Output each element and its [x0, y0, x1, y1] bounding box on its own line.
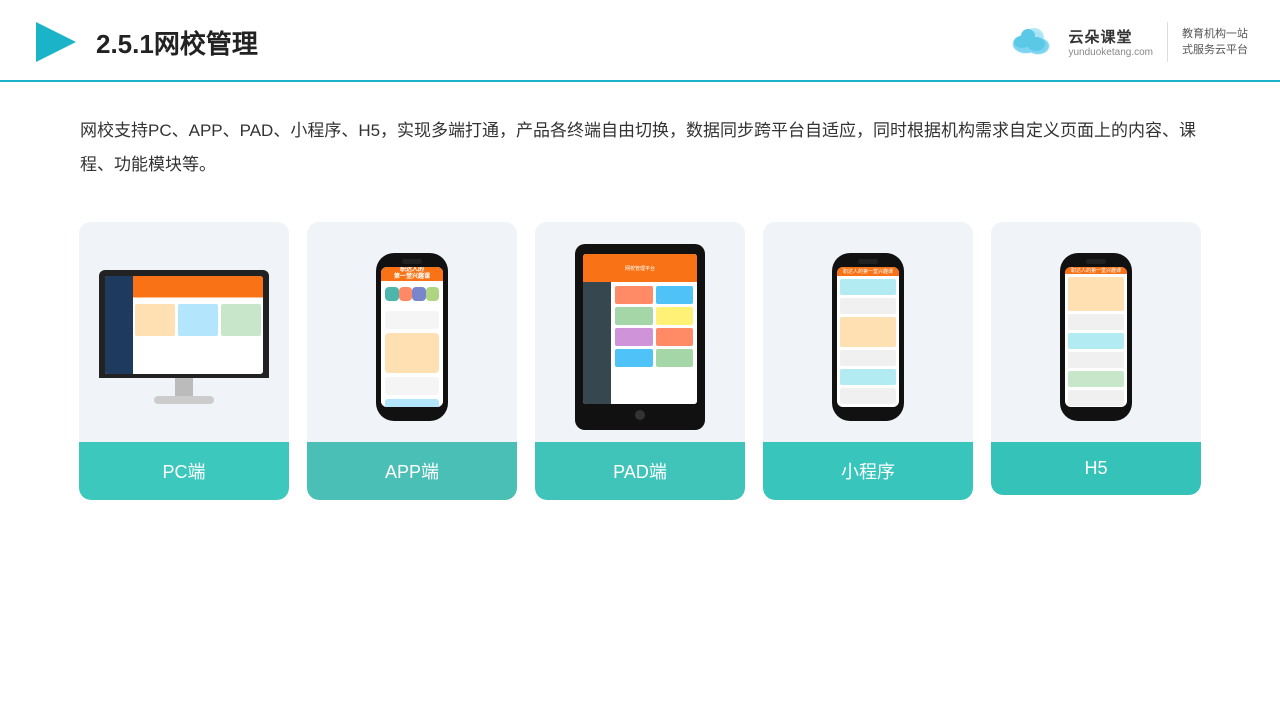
- card-pad-image-area: 网校管理平台: [535, 222, 745, 442]
- page-title: 2.5.1网校管理: [96, 24, 258, 61]
- logo-area: 云朵课堂 yunduoketang.com 教育机构一站 式服务云平台: [1006, 22, 1248, 62]
- logo-url: yunduoketang.com: [1068, 47, 1153, 58]
- play-icon: [32, 18, 80, 66]
- card-pc-label: PC端: [79, 442, 289, 500]
- card-h5-label: H5: [991, 442, 1201, 495]
- card-miniprogram-image-area: 职达人的第一堂兴趣课: [763, 222, 973, 442]
- card-h5-image-area: 职达人的第一堂兴趣课: [991, 222, 1201, 442]
- phone-mockup-h5: 职达人的第一堂兴趣课: [1060, 253, 1132, 421]
- card-app: 职达人的第一堂兴趣课: [307, 222, 517, 500]
- phone-mockup-mini: 职达人的第一堂兴趣课: [832, 253, 904, 421]
- card-app-image-area: 职达人的第一堂兴趣课: [307, 222, 517, 442]
- card-miniprogram: 职达人的第一堂兴趣课 小程序: [763, 222, 973, 500]
- header-left: 2.5.1网校管理: [32, 18, 258, 66]
- tablet-mockup: 网校管理平台: [575, 244, 705, 430]
- cards-container: PC端 职达人的第一堂兴趣课: [0, 192, 1280, 530]
- card-app-label: APP端: [307, 442, 517, 500]
- card-pc-image-area: [79, 222, 289, 442]
- cloud-logo-icon: [1006, 22, 1062, 62]
- header: 2.5.1网校管理 云朵课堂 yunduoketang.com 教育机构一站 式…: [0, 0, 1280, 82]
- monitor-mockup: [99, 270, 269, 404]
- card-h5: 职达人的第一堂兴趣课 H5: [991, 222, 1201, 495]
- phone-mockup-app: 职达人的第一堂兴趣课: [376, 253, 448, 421]
- card-pc: PC端: [79, 222, 289, 500]
- card-pad: 网校管理平台: [535, 222, 745, 500]
- description-text: 网校支持PC、APP、PAD、小程序、H5，实现多端打通，产品各终端自由切换，数…: [0, 82, 1280, 192]
- logo-slogan: 教育机构一站 式服务云平台: [1182, 26, 1248, 59]
- logo-text-block: 云朵课堂 yunduoketang.com: [1068, 26, 1153, 58]
- logo-brand: 云朵课堂: [1068, 26, 1132, 47]
- card-miniprogram-label: 小程序: [763, 442, 973, 500]
- logo-divider: [1167, 22, 1168, 62]
- card-pad-label: PAD端: [535, 442, 745, 500]
